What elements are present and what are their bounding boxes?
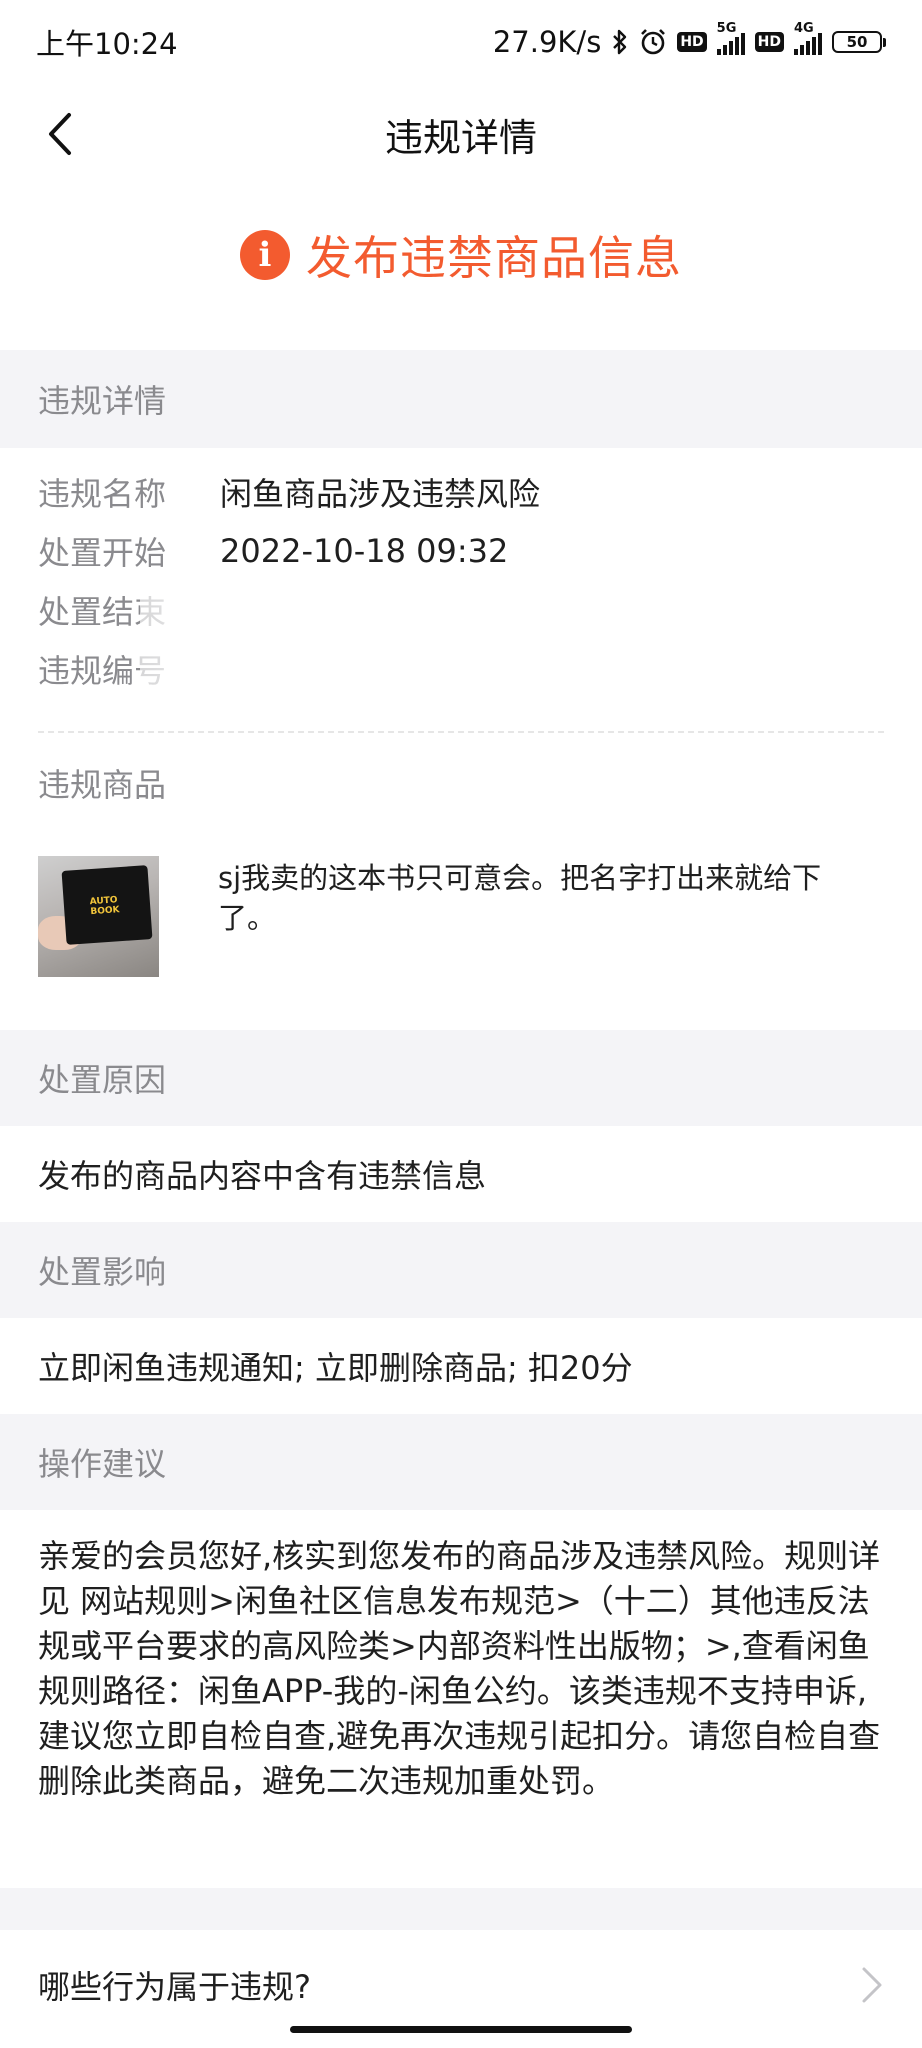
goods-title: sj我卖的这本书只可意会。把名字打出来就给下了。 [218,861,822,935]
network-speed: 27.9K/s [492,25,602,59]
status-time: 上午10:24 [36,27,178,61]
home-indicator[interactable] [290,2026,632,2033]
goods-thumbnail: AUTO BOOK [38,856,159,977]
violation-alert: i 发布违禁商品信息 [0,215,922,295]
violation-faq-link[interactable]: 哪些行为属于违规? [0,1930,922,2040]
hd-badge: HD [677,32,707,52]
detail-value: 2022-10-18 09:32 [220,531,509,570]
section-title: 处置影响 [38,1253,167,1291]
bluetooth-icon [611,28,629,56]
section-title: 操作建议 [38,1445,167,1483]
nav-bar: 违规详情 [0,84,922,184]
battery-icon: 50 [832,31,886,53]
advice-block: 亲爱的会员您好,核实到您发布的商品涉及违禁风险。规则详见 网站规则>闲鱼社区信息… [0,1510,922,1888]
info-icon: i [240,230,290,280]
detail-row-start: 处置开始 2022-10-18 09:32 [38,521,884,580]
violating-goods-item[interactable]: AUTO BOOK sj我卖的这本书只可意会。把名字打出来就给下了。 [38,856,884,977]
status-bar: 上午10:24 27.9K/s HD 5G HD 4G 50 [0,0,922,84]
goods-subtitle: 违规商品 [38,766,167,804]
section-title: 违规详情 [38,382,167,420]
advice-text: 亲爱的会员您好,核实到您发布的商品涉及违禁风险。规则详见 网站规则>闲鱼社区信息… [38,1537,881,1800]
divider [38,731,884,733]
detail-label: 处置开始 [38,533,167,572]
impact-value: 立即闲鱼违规通知; 立即删除商品; 扣20分 [38,1349,633,1387]
section-header-details: 违规详情 [0,350,922,448]
reason-value: 发布的商品内容中含有违禁信息 [38,1157,487,1195]
section-title: 处置原因 [38,1061,167,1099]
section-header-reason: 处置原因 [0,1030,922,1126]
section-header-impact: 处置影响 [0,1222,922,1318]
alarm-icon [639,28,667,56]
status-icons: 27.9K/s HD 5G HD 4G 50 [492,21,886,59]
redaction-overlay [140,582,640,732]
hd-badge-2: HD [754,32,784,52]
signal-4g-icon: 4G [794,21,822,55]
faq-label: 哪些行为属于违规? [38,1968,311,2006]
back-button[interactable] [34,108,86,160]
detail-label: 违规名称 [38,474,167,513]
section-spacer [0,1888,922,1930]
violation-type-title: 发布违禁商品信息 [306,231,682,285]
reason-text: 发布的商品内容中含有违禁信息 [0,1126,922,1222]
chevron-left-icon [49,113,71,155]
section-header-advice: 操作建议 [0,1414,922,1510]
impact-text: 立即闲鱼违规通知; 立即删除商品; 扣20分 [0,1318,922,1414]
signal-5g-icon: 5G [716,21,745,55]
chevron-right-icon [862,1967,882,2003]
page-title: 违规详情 [384,115,537,160]
detail-row-name: 违规名称 闲鱼商品涉及违禁风险 [38,462,884,521]
detail-value: 闲鱼商品涉及违禁风险 [220,474,541,513]
